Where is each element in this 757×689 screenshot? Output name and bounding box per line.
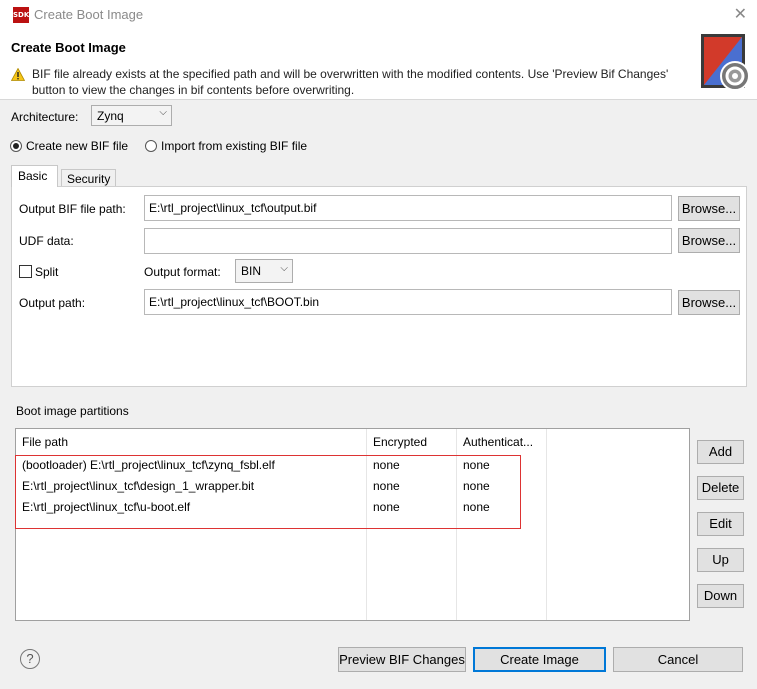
output-path-label: Output path: — [19, 296, 86, 310]
chevron-down-icon: ⌵ — [159, 107, 167, 118]
output-format-value: BIN — [241, 264, 262, 278]
create-image-button[interactable]: Create Image — [473, 647, 606, 672]
sdk-logo-icon: SDK — [13, 7, 29, 23]
boot-image-partitions-label: Boot image partitions — [16, 404, 129, 418]
preview-bif-changes-button[interactable]: Preview BIF Changes — [338, 647, 466, 672]
add-partition-button[interactable]: Add — [697, 440, 744, 464]
tab-security-label: Security — [67, 172, 111, 186]
output-path-field[interactable]: E:\rtl_project\linux_tcf\BOOT.bin — [144, 289, 672, 315]
chevron-down-icon: ⌵ — [280, 263, 288, 274]
column-header-encrypted[interactable]: Encrypted — [373, 435, 427, 449]
import-bif-label[interactable]: Import from existing BIF file — [161, 139, 307, 153]
udf-browse-button[interactable]: Browse... — [678, 228, 740, 253]
warning-message: BIF file already exists at the specified… — [32, 67, 669, 97]
boot-image-gear-icon — [701, 34, 750, 91]
create-new-bif-radio[interactable] — [10, 140, 22, 152]
column-divider — [546, 429, 547, 620]
architecture-value: Zynq — [97, 109, 124, 123]
output-bif-browse-button[interactable]: Browse... — [678, 196, 740, 221]
architecture-select[interactable]: Zynq ⌵ — [91, 105, 172, 126]
close-icon[interactable]: ✕ — [734, 4, 747, 24]
create-new-bif-label[interactable]: Create new BIF file — [26, 139, 128, 153]
split-label[interactable]: Split — [35, 265, 58, 279]
split-checkbox[interactable] — [19, 265, 32, 278]
highlight-box — [15, 455, 521, 529]
output-bif-label: Output BIF file path: — [19, 202, 126, 216]
warning-icon — [11, 68, 25, 81]
window-title: Create Boot Image — [34, 7, 144, 22]
tab-basic[interactable]: Basic — [11, 165, 58, 187]
cancel-button[interactable]: Cancel — [613, 647, 743, 672]
architecture-label: Architecture: — [11, 110, 79, 124]
header-separator — [0, 99, 757, 100]
move-down-button[interactable]: Down — [697, 584, 744, 608]
import-bif-radio[interactable] — [145, 140, 157, 152]
output-path-browse-button[interactable]: Browse... — [678, 290, 740, 315]
delete-partition-button[interactable]: Delete — [697, 476, 744, 500]
tab-security[interactable]: Security — [61, 169, 116, 187]
output-format-select[interactable]: BIN ⌵ — [235, 259, 293, 283]
help-icon[interactable]: ? — [20, 649, 40, 669]
udf-data-label: UDF data: — [19, 234, 74, 248]
move-up-button[interactable]: Up — [697, 548, 744, 572]
udf-data-field[interactable] — [144, 228, 672, 254]
output-format-label: Output format: — [144, 265, 221, 279]
output-bif-field[interactable]: E:\rtl_project\linux_tcf\output.bif — [144, 195, 672, 221]
edit-partition-button[interactable]: Edit — [697, 512, 744, 536]
dialog-title: Create Boot Image — [11, 40, 126, 55]
column-header-authenticated[interactable]: Authenticat... — [463, 435, 533, 449]
column-header-file-path[interactable]: File path — [22, 435, 68, 449]
